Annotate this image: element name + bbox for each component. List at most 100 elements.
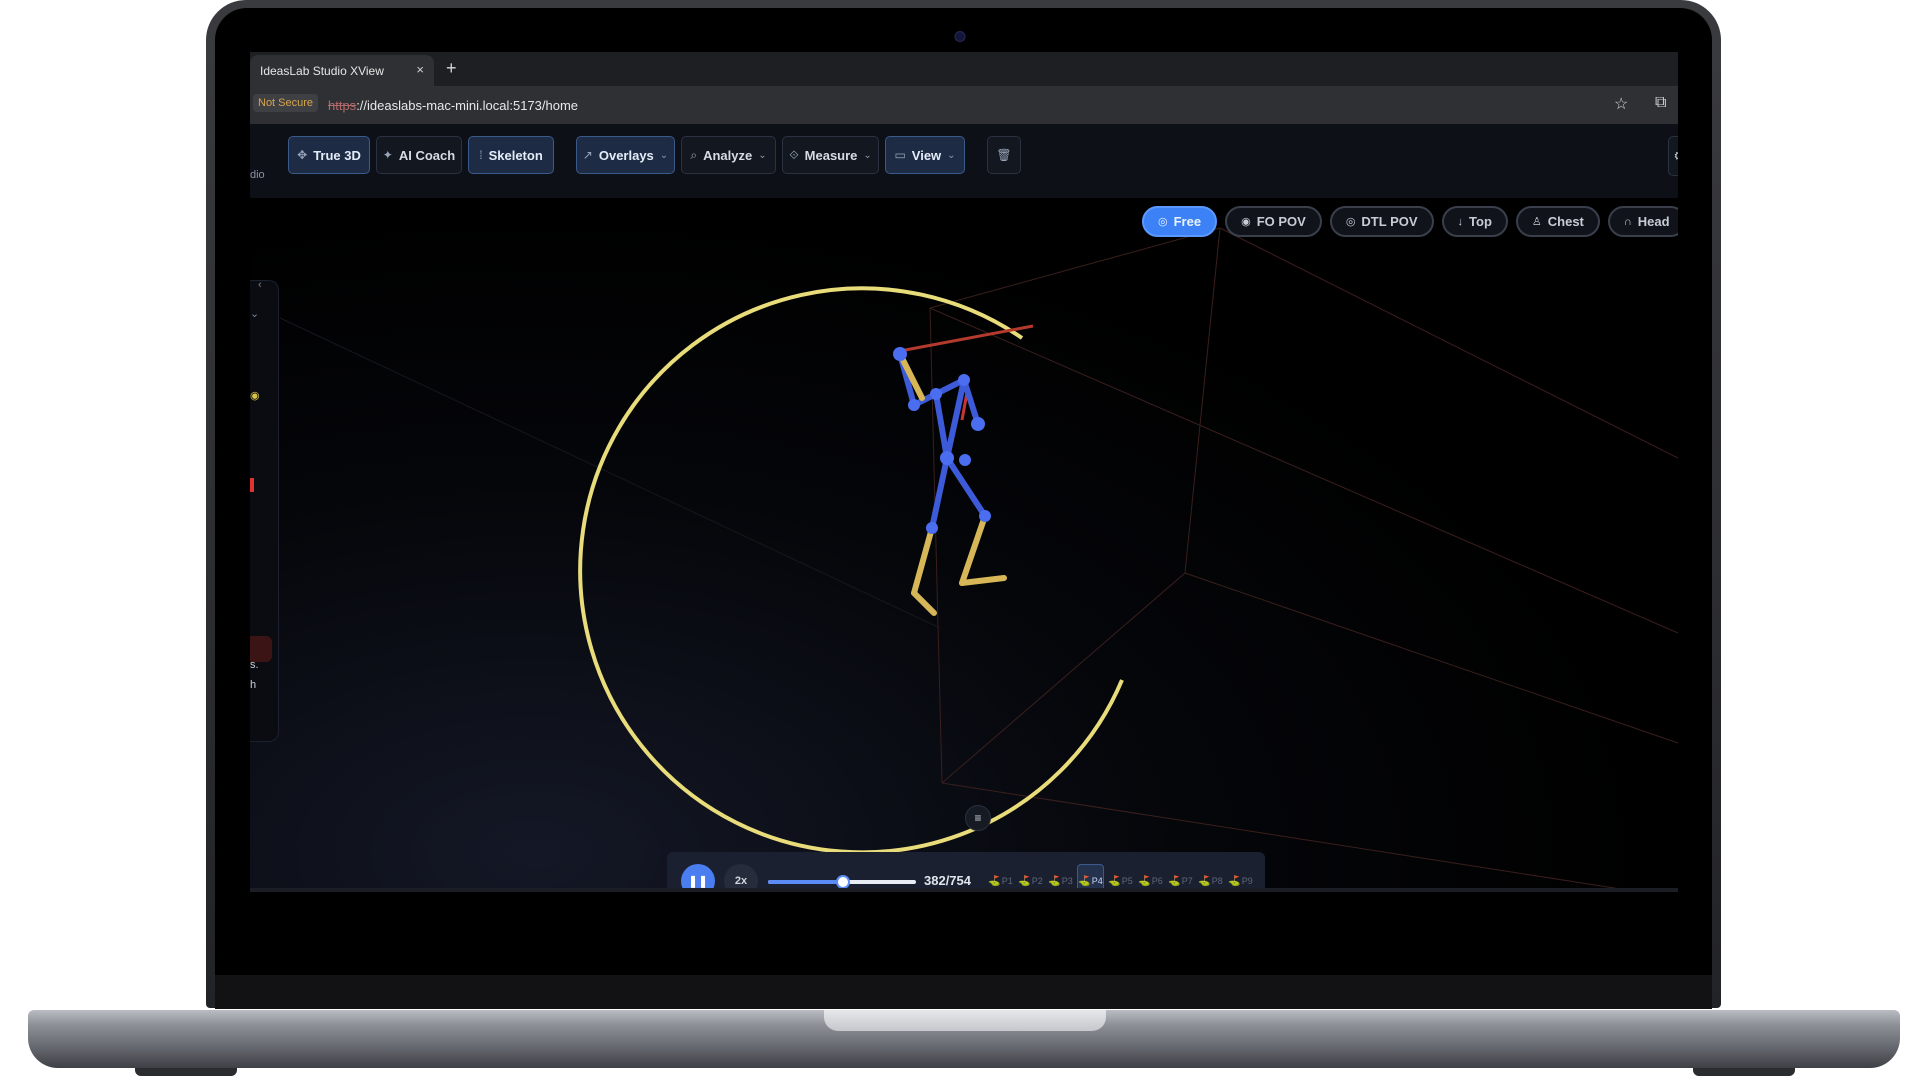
golfer-pose-icon: ⛳ (1168, 875, 1181, 887)
sliders-icon[interactable]: ≡ (965, 805, 991, 831)
ai-coach-label: AI Coach (398, 147, 456, 163)
phase-label: P4 (1091, 876, 1103, 886)
view-label: View (911, 147, 942, 163)
view-free-button[interactable]: ◎ Free (1142, 206, 1218, 237)
screen: IdeasLab Studio XView × + Not Secure htt… (250, 52, 1678, 902)
timeline-scrubber[interactable] (768, 875, 916, 888)
tab-title: IdeasLab Studio XView (260, 64, 384, 78)
ai-coach-button[interactable]: ✦ AI Coach (376, 136, 462, 174)
phase-label: P7 (1181, 876, 1193, 886)
view-fo-pov-button[interactable]: ◉ FO POV (1225, 206, 1322, 237)
pause-icon: ❚❚ (687, 874, 709, 888)
laptop-lid-notch (824, 1010, 1106, 1031)
golfer-pose-icon: ⛳ (1078, 875, 1091, 887)
view-chest-label: Chest (1547, 214, 1584, 229)
golfer-pose-icon: ⛳ (1228, 875, 1241, 887)
phase-button-p4[interactable]: ⛳ P4 (1077, 864, 1104, 888)
settings-gear-icon[interactable]: ⚙ (1668, 136, 1678, 176)
playback-controls: ❚❚ 2x 382/754 ⛳ P1 ⛳ P2 ⛳ P3 ⛳ P4 ⛳ P5 ⛳ P6 ⛳ P7 ⛳ P8 ⛳ P… (667, 852, 1265, 888)
trash-icon: 🗑 (996, 148, 1012, 162)
golfer-pose-icon: ⛳ (1108, 875, 1121, 887)
bezel-bottom (215, 975, 1712, 1009)
analyze-dropdown[interactable]: ⌕ Analyze ⌄ (681, 136, 776, 174)
screen-footer (250, 888, 1678, 892)
collapse-chevron-icon[interactable]: ‹ (258, 279, 262, 291)
chevron-down-icon[interactable]: ⌄ (250, 307, 259, 320)
status-dot-icon: ◉ (250, 390, 260, 402)
view-dtl-pov-label: DTL POV (1361, 214, 1418, 229)
view-free-label: Free (1173, 214, 1202, 229)
phase-label: P6 (1151, 876, 1163, 886)
url-scheme: https (328, 98, 357, 113)
true-3d-label: True 3D (313, 147, 361, 163)
swing-arc (578, 286, 1124, 855)
skeleton-label: Skeleton (488, 147, 543, 163)
new-tab-icon[interactable]: + (446, 58, 457, 79)
view-head-button[interactable]: ∩ Head (1607, 206, 1678, 237)
3d-scene (279, 227, 1678, 888)
view-top-button[interactable]: ↓ Top (1441, 206, 1508, 237)
phase-button-p1[interactable]: ⛳ P1 (987, 864, 1014, 888)
not-secure-badge[interactable]: Not Secure (253, 94, 319, 112)
phase-button-p9[interactable]: ⛳ P9 (1227, 864, 1254, 888)
3d-viewport[interactable]: ‹ ⌄ ◉ s. h ◎ Free ◉ FO POV ◎ DTL POV ↓ T… (250, 198, 1678, 888)
golf-club (899, 324, 1034, 353)
cube-icon: ✥ (297, 148, 308, 162)
view-fo-pov-label: FO POV (1256, 214, 1306, 229)
laptop-foot-right (1693, 1068, 1795, 1076)
timeline-progress (768, 880, 844, 884)
phase-button-p8[interactable]: ⛳ P8 (1197, 864, 1224, 888)
chevron-down-icon: ⌄ (863, 149, 872, 161)
overlays-label: Overlays (598, 147, 654, 163)
measure-label: Measure (804, 147, 858, 163)
view-chest-button[interactable]: ♙ Chest (1515, 206, 1600, 237)
bookmark-star-icon[interactable]: ☆ (1614, 94, 1628, 114)
skeleton-button[interactable]: ⁞ Skeleton (468, 136, 554, 174)
phase-button-p2[interactable]: ⛳ P2 (1017, 864, 1044, 888)
camera-view-bar: ◎ Free ◉ FO POV ◎ DTL POV ↓ Top ♙ Chest … (1142, 206, 1678, 237)
golfer-pose-icon: ⛳ (1048, 875, 1061, 887)
phase-button-p3[interactable]: ⛳ P3 (1047, 864, 1074, 888)
address-bar: Not Secure https://ideaslabs-mac-mini.lo… (250, 86, 1678, 124)
perspective-grid (279, 227, 1678, 888)
side-panel-alert-button[interactable] (250, 636, 272, 662)
chevron-down-icon: ⌄ (947, 149, 956, 161)
swing-phase-list: ⛳ P1 ⛳ P2 ⛳ P3 ⛳ P4 ⛳ P5 ⛳ P6 ⛳ P7 ⛳ P8 ⛳ P9 (987, 864, 1254, 888)
measure-dropdown[interactable]: ⟐ Measure ⌄ (782, 136, 879, 174)
true-3d-button[interactable]: ✥ True 3D (288, 136, 370, 174)
view-top-label: Top (1469, 214, 1492, 229)
webcam (954, 31, 966, 42)
phase-label: P5 (1121, 876, 1133, 886)
extensions-icon[interactable]: ⧉ (1655, 94, 1666, 112)
phase-button-p6[interactable]: ⛳ P6 (1137, 864, 1164, 888)
view-dtl-pov-button[interactable]: ◎ DTL POV (1329, 206, 1434, 237)
orbit-icon: ◎ (1158, 216, 1168, 228)
analyze-icon: ⌕ (690, 147, 698, 162)
collapsed-side-panel[interactable]: ‹ ⌄ ◉ s. h (250, 279, 279, 742)
overlays-dropdown[interactable]: ↗ Overlays ⌄ (576, 136, 675, 174)
phase-button-p7[interactable]: ⛳ P7 (1167, 864, 1194, 888)
delete-button[interactable]: 🗑 (987, 136, 1021, 174)
phase-label: P8 (1211, 876, 1223, 886)
golfer-pose-icon: ⛳ (1018, 875, 1031, 887)
speed-button[interactable]: 2x (724, 864, 758, 888)
person-icon: ♙ (1531, 216, 1542, 228)
tab-close-icon[interactable]: × (416, 62, 424, 77)
pause-button[interactable]: ❚❚ (681, 864, 715, 888)
golfer-pose-icon: ⛳ (1138, 875, 1151, 887)
app-toolbar: dio ✥ True 3D ✦ AI Coach ⁞ Skeleton ↗ Ov… (250, 124, 1678, 199)
ruler-icon: ⟐ (789, 147, 799, 162)
golfer-pose-icon: ⛳ (988, 875, 1001, 887)
url-field[interactable]: https://ideaslabs-mac-mini.local:5173/ho… (328, 98, 578, 113)
arrow-down-icon: ↓ (1457, 215, 1464, 228)
skeleton-icon: ⁞ (479, 148, 483, 162)
view-dropdown[interactable]: ▭ View ⌄ (885, 136, 965, 174)
timeline-handle[interactable] (836, 875, 851, 888)
phase-label: P2 (1031, 876, 1043, 886)
target-icon: ◎ (1345, 216, 1356, 228)
phase-label: P9 (1241, 876, 1253, 886)
phase-button-p5[interactable]: ⛳ P5 (1107, 864, 1134, 888)
frame-counter: 382/754 (924, 873, 971, 888)
browser-tab[interactable]: IdeasLab Studio XView × (250, 55, 434, 86)
overlay-icon: ↗ (582, 148, 593, 162)
